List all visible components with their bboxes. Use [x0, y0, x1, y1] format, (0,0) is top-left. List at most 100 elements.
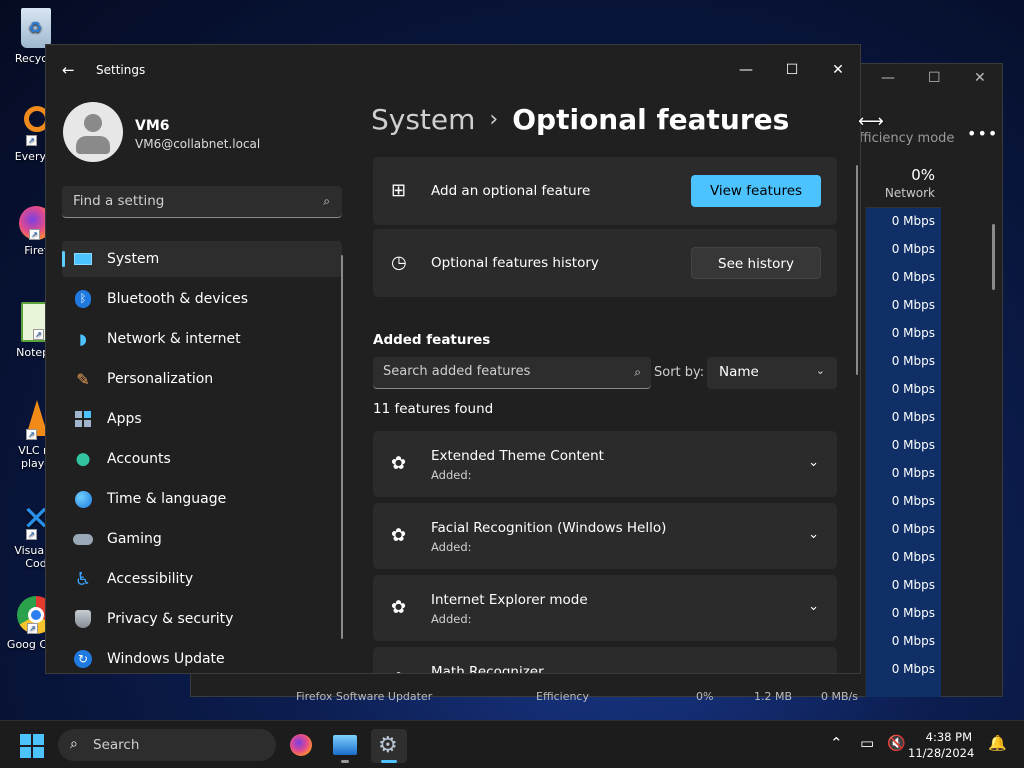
profile-name: VM6 — [135, 118, 170, 134]
display-icon[interactable]: ▭ — [860, 734, 874, 752]
bluetooth-icon: ᛒ — [72, 289, 94, 309]
sidebar-item-label: Accessibility — [107, 571, 194, 587]
chevron-down-icon[interactable]: ⌄ — [808, 455, 819, 470]
scrollbar[interactable] — [992, 224, 995, 290]
search-input[interactable] — [383, 364, 613, 379]
page-title: Optional features — [512, 103, 790, 136]
process-memory: 1.2 MB — [754, 690, 793, 703]
back-arrow-icon[interactable]: ← — [62, 61, 75, 79]
card-label: Optional features history — [431, 255, 599, 271]
feature-item[interactable]: ✿ Facial Recognition (Windows Hello) Add… — [373, 503, 837, 569]
find-setting-box[interactable]: ⌕ — [62, 186, 342, 218]
history-icon: ◷ — [391, 252, 407, 273]
sidebar-item-privacy[interactable]: Privacy & security — [62, 601, 342, 637]
chevron-down-icon: ⌄ — [815, 364, 825, 377]
network-label: Network — [884, 186, 935, 200]
sidebar-item-time-language[interactable]: Time & language — [62, 481, 342, 517]
notification-bell-icon[interactable]: 🔔 — [988, 734, 1007, 752]
network-percent: 0% — [911, 166, 935, 184]
network-value: 0 Mbps — [891, 662, 935, 676]
breadcrumb-parent[interactable]: System — [371, 103, 475, 136]
network-column-header[interactable]: 0% Network — [865, 158, 941, 208]
network-value: 0 Mbps — [891, 550, 935, 564]
feature-status: Added: — [431, 468, 472, 482]
card-label: Add an optional feature — [431, 183, 591, 199]
added-features-search[interactable]: ⌕ — [373, 357, 651, 389]
user-profile[interactable]: VM6 VM6@collabnet.local — [63, 102, 260, 162]
sidebar-item-personalization[interactable]: ✎ Personalization — [62, 361, 342, 397]
resize-cursor-icon: ⟷ — [858, 111, 884, 132]
puzzle-icon: ✿ — [391, 453, 407, 474]
minimize-icon[interactable]: — — [881, 70, 895, 86]
firefox-icon — [290, 734, 312, 756]
sidebar-item-accounts[interactable]: ● Accounts — [62, 441, 342, 477]
network-value: 0 Mbps — [891, 242, 935, 256]
settings-window[interactable]: ← Settings — ☐ ✕ VM6 VM6@collabnet.local… — [45, 44, 861, 674]
accessibility-icon: ♿ — [74, 568, 92, 590]
gear-icon: ⚙ — [378, 733, 398, 758]
process-status: Efficiency — [536, 690, 589, 703]
chevron-down-icon[interactable]: ⌄ — [808, 527, 819, 542]
shield-icon — [72, 609, 94, 629]
close-icon[interactable]: ✕ — [974, 70, 986, 86]
start-button[interactable] — [20, 734, 44, 758]
brush-icon: ✎ — [76, 369, 90, 389]
sidebar-item-windows-update[interactable]: ↻ Windows Update — [62, 641, 342, 673]
feature-status: Added: — [431, 540, 472, 554]
search-input[interactable] — [73, 193, 303, 209]
feature-status: Added: — [431, 612, 472, 626]
main-scrollbar[interactable] — [856, 165, 858, 375]
network-value: 0 Mbps — [891, 634, 935, 648]
features-count: 11 features found — [373, 401, 494, 417]
sidebar-scrollbar[interactable] — [341, 255, 343, 639]
clock[interactable]: 4:38 PM 11/28/2024 — [908, 729, 974, 761]
taskbar: ⌕ Search ⚙ ⌃ ▭ 🔇 4:38 PM 11/28/2024 🔔 — [0, 720, 1024, 768]
sidebar-item-label: Personalization — [107, 371, 214, 387]
minimize-icon[interactable]: — — [723, 55, 769, 85]
network-value: 0 Mbps — [891, 214, 935, 228]
taskbar-firefox[interactable] — [283, 729, 319, 763]
speaker-muted-icon[interactable]: 🔇 — [887, 734, 906, 752]
sidebar-item-accessibility[interactable]: ♿ Accessibility — [62, 561, 342, 597]
taskbar-settings[interactable]: ⚙ — [371, 729, 407, 763]
sort-value: Name — [719, 364, 759, 380]
chevron-down-icon[interactable]: ⌄ — [808, 599, 819, 614]
sidebar-item-apps[interactable]: Apps — [62, 401, 342, 437]
wifi-icon: ◗ — [79, 330, 87, 348]
sidebar-item-network[interactable]: ◗ Network & internet — [62, 321, 342, 357]
sidebar-item-label: Gaming — [107, 531, 162, 547]
update-icon: ↻ — [72, 649, 94, 669]
sidebar-item-gaming[interactable]: Gaming — [62, 521, 342, 557]
network-value: 0 Mbps — [891, 270, 935, 284]
feature-item[interactable]: ✿ Internet Explorer mode Added: ⌄ — [373, 575, 837, 641]
efficiency-mode-button[interactable]: fficiency mode — [859, 131, 954, 146]
feature-item[interactable]: ✿ Extended Theme Content Added: ⌄ — [373, 431, 837, 497]
feature-item[interactable]: ✿ Math Recognizer — [373, 647, 837, 673]
taskbar-search[interactable]: ⌕ Search — [58, 729, 276, 761]
more-options-icon[interactable]: ••• — [967, 124, 998, 143]
window-title: Settings — [96, 63, 146, 77]
title-bar[interactable]: ← Settings — ☐ ✕ — [46, 45, 860, 93]
see-history-button[interactable]: See history — [691, 247, 821, 279]
network-value: 0 Mbps — [891, 354, 935, 368]
view-features-button[interactable]: View features — [691, 175, 821, 207]
chevron-up-icon[interactable]: ⌃ — [830, 734, 843, 752]
network-value: 0 Mbps — [891, 494, 935, 508]
taskbar-task-manager[interactable] — [327, 729, 363, 763]
search-icon: ⌕ — [323, 194, 330, 208]
sidebar-item-label: Apps — [107, 411, 142, 427]
task-manager-icon — [333, 735, 357, 755]
maximize-icon[interactable]: ☐ — [928, 70, 941, 86]
chevron-right-icon: › — [489, 107, 499, 132]
network-value: 0 Mbps — [891, 522, 935, 536]
avatar — [63, 102, 123, 162]
sort-dropdown[interactable]: Name ⌄ — [707, 357, 837, 389]
process-disk: 0 MB/s — [821, 690, 858, 703]
sidebar-item-system[interactable]: System — [62, 241, 342, 277]
close-icon[interactable]: ✕ — [815, 55, 860, 85]
sort-label: Sort by: — [654, 365, 705, 380]
process-name: Firefox Software Updater — [296, 690, 433, 703]
maximize-icon[interactable]: ☐ — [769, 55, 815, 85]
sidebar-item-bluetooth[interactable]: ᛒ Bluetooth & devices — [62, 281, 342, 317]
puzzle-icon: ✿ — [391, 669, 406, 673]
